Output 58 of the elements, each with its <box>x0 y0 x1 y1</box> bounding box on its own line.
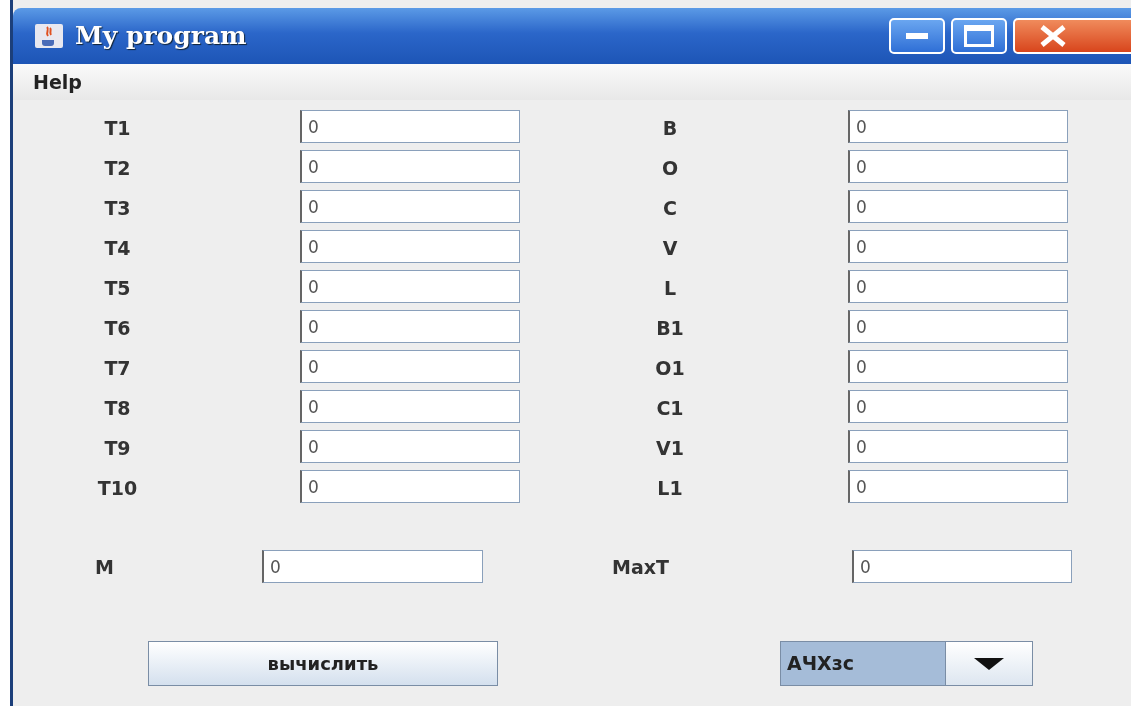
field-label: V1 <box>656 435 684 461</box>
input-field[interactable]: 0 <box>300 270 520 303</box>
field-label: O <box>661 155 679 181</box>
input-field[interactable]: 0 <box>848 350 1068 383</box>
field-label: T10 <box>97 475 138 501</box>
input-field[interactable]: 0 <box>300 390 520 423</box>
field-label: C <box>663 195 677 221</box>
field-label: T8 <box>104 395 131 421</box>
caret-icon <box>974 657 1004 670</box>
field-label: T1 <box>104 115 131 141</box>
field-label: T4 <box>104 235 131 261</box>
input-field[interactable]: 0 <box>852 550 1072 583</box>
calculate-button[interactable]: вычислить <box>148 641 498 686</box>
input-field[interactable]: 0 <box>300 110 520 143</box>
close-icon <box>1039 24 1067 48</box>
input-field[interactable]: 0 <box>300 350 520 383</box>
field-label: T9 <box>104 435 131 461</box>
input-field[interactable]: 0 <box>300 470 520 503</box>
dropdown-arrow-button[interactable] <box>946 642 1032 685</box>
input-field[interactable]: 0 <box>848 150 1068 183</box>
field-label: L <box>663 275 677 301</box>
input-field[interactable]: 0 <box>300 430 520 463</box>
input-field[interactable]: 0 <box>262 550 483 583</box>
field-label: B <box>662 115 678 141</box>
field-label: T5 <box>104 275 131 301</box>
close-button[interactable] <box>1013 18 1131 54</box>
input-field[interactable]: 0 <box>300 150 520 183</box>
field-label: C1 <box>656 395 684 421</box>
maximize-button[interactable] <box>951 18 1007 54</box>
window-title: My program <box>75 20 247 53</box>
input-field[interactable]: 0 <box>848 110 1068 143</box>
input-field[interactable]: 0 <box>848 310 1068 343</box>
field-label: T3 <box>104 195 131 221</box>
input-field[interactable]: 0 <box>300 310 520 343</box>
field-label: B1 <box>656 315 684 341</box>
field-label: MaxT <box>612 554 669 580</box>
input-field[interactable]: 0 <box>848 470 1068 503</box>
menu-item[interactable]: Help <box>33 67 82 97</box>
java-cup-icon <box>35 24 63 48</box>
field-label: M <box>95 554 114 580</box>
maximize-icon <box>964 25 994 47</box>
minimize-icon <box>906 33 928 39</box>
input-field[interactable]: 0 <box>848 230 1068 263</box>
field-label: L1 <box>657 475 683 501</box>
input-field[interactable]: 0 <box>848 390 1068 423</box>
field-label: V <box>662 235 678 261</box>
input-field[interactable]: 0 <box>300 190 520 223</box>
input-field[interactable]: 0 <box>848 190 1068 223</box>
field-label: T7 <box>104 355 131 381</box>
mode-dropdown[interactable]: АЧХзс <box>780 641 1033 686</box>
field-label: T2 <box>104 155 131 181</box>
field-label: T6 <box>104 315 131 341</box>
dropdown-value: АЧХзс <box>781 642 946 685</box>
input-field[interactable]: 0 <box>848 270 1068 303</box>
minimize-button[interactable] <box>889 18 945 54</box>
field-label: O1 <box>655 355 685 381</box>
input-field[interactable]: 0 <box>300 230 520 263</box>
input-field[interactable]: 0 <box>848 430 1068 463</box>
